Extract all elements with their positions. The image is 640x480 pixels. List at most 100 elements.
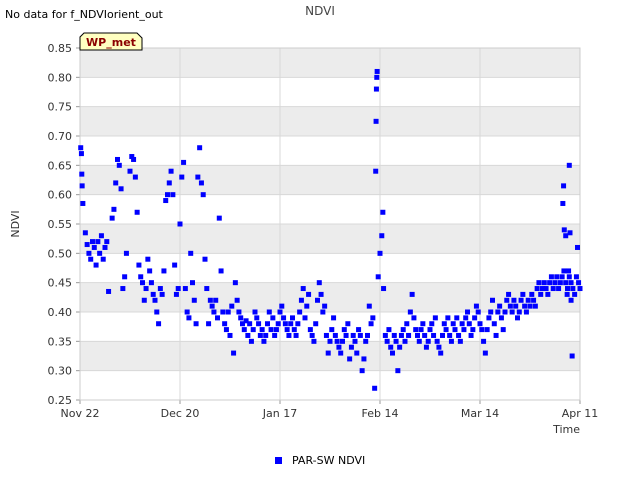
data-point	[170, 192, 176, 198]
data-point	[223, 327, 229, 333]
data-point	[259, 327, 265, 333]
data-point	[323, 332, 329, 338]
data-point	[547, 280, 553, 286]
grid-band	[80, 341, 580, 371]
data-point	[493, 332, 499, 338]
data-point	[100, 256, 106, 262]
data-point	[525, 297, 531, 303]
data-point	[354, 350, 360, 356]
data-point	[375, 274, 381, 280]
data-point	[572, 291, 578, 297]
data-point	[567, 230, 573, 236]
data-point	[536, 280, 542, 286]
data-point	[554, 274, 560, 280]
data-point	[502, 309, 508, 315]
data-point	[348, 344, 354, 350]
data-point	[350, 332, 356, 338]
data-point	[327, 338, 333, 344]
data-point	[257, 332, 263, 338]
data-point	[306, 291, 312, 297]
data-point	[402, 338, 408, 344]
y-tick-label: 0.30	[48, 365, 73, 378]
data-point	[404, 321, 410, 327]
data-point	[336, 344, 342, 350]
data-point	[157, 286, 163, 292]
data-point	[573, 274, 579, 280]
data-point	[104, 239, 110, 245]
data-point	[91, 244, 97, 250]
data-point	[115, 156, 120, 162]
data-point	[256, 321, 262, 327]
data-point	[500, 327, 506, 333]
y-tick-label: 0.75	[48, 101, 73, 114]
data-point	[215, 315, 220, 321]
data-point	[184, 309, 190, 315]
data-point	[457, 338, 463, 344]
data-point	[291, 327, 297, 333]
data-point	[229, 303, 235, 309]
data-point	[534, 286, 540, 292]
data-point	[411, 315, 417, 321]
data-point	[109, 215, 115, 221]
data-point	[357, 332, 363, 338]
data-point	[168, 168, 174, 174]
data-point	[338, 350, 344, 356]
data-point	[123, 250, 129, 256]
data-point	[509, 309, 515, 315]
data-point	[488, 309, 494, 315]
data-point	[379, 233, 385, 239]
data-point	[527, 303, 533, 309]
y-tick-label: 0.80	[48, 71, 73, 84]
data-point	[195, 174, 201, 180]
badge-label: WP_met	[86, 36, 136, 49]
x-tick-label: Jan 17	[262, 407, 297, 420]
data-point	[290, 315, 295, 321]
data-point	[491, 321, 497, 327]
data-point	[520, 291, 526, 297]
data-point	[182, 286, 188, 292]
data-point	[207, 297, 213, 303]
data-point	[361, 356, 367, 362]
data-point	[334, 338, 340, 344]
data-point	[470, 327, 476, 333]
data-point	[127, 168, 133, 174]
data-point	[331, 315, 337, 321]
data-point	[325, 350, 331, 356]
data-point	[561, 183, 567, 189]
data-point	[475, 309, 481, 315]
data-point	[438, 350, 444, 356]
data-point	[398, 332, 404, 338]
x-axis-label: Time	[552, 423, 580, 436]
data-point	[307, 327, 313, 333]
data-point	[186, 315, 192, 321]
data-point	[111, 206, 117, 212]
data-point	[284, 327, 290, 333]
data-point	[113, 180, 119, 186]
data-point	[366, 303, 372, 309]
grid-band	[80, 106, 580, 136]
data-point	[266, 309, 272, 315]
data-point	[332, 332, 338, 338]
data-point	[320, 309, 326, 315]
data-point	[523, 309, 529, 315]
data-point	[507, 303, 513, 309]
data-point	[381, 286, 387, 292]
data-point	[204, 286, 210, 292]
data-point	[559, 274, 565, 280]
data-point	[318, 291, 324, 297]
data-point	[163, 198, 169, 204]
data-point	[498, 315, 504, 321]
data-point	[569, 353, 575, 359]
y-axis-label: NDVI	[9, 210, 22, 237]
grid-band	[80, 48, 580, 78]
data-point	[563, 233, 569, 239]
y-tick-label: 0.55	[48, 218, 73, 231]
data-point	[181, 159, 187, 165]
data-point	[218, 268, 224, 274]
data-point	[397, 344, 403, 350]
data-point	[407, 309, 413, 315]
data-point	[568, 280, 574, 286]
data-point	[202, 256, 208, 262]
data-point	[565, 286, 570, 292]
data-point	[541, 280, 547, 286]
